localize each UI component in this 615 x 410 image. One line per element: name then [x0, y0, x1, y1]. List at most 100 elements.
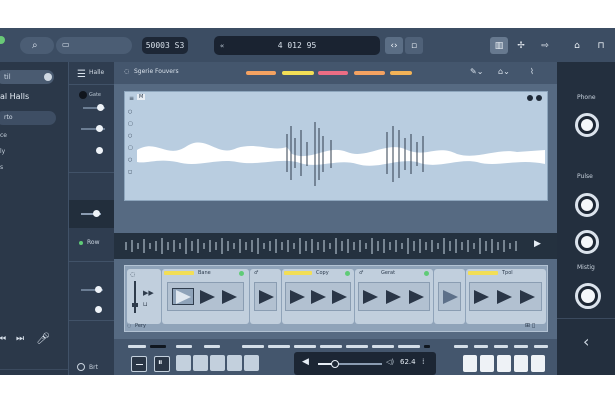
- code-button[interactable]: ‹›: [385, 37, 403, 54]
- sequencer-card[interactable]: Tpol: [466, 269, 546, 324]
- timeline-segment[interactable]: [372, 345, 394, 348]
- menu-icon[interactable]: ☰: [77, 69, 86, 80]
- timeline-segment[interactable]: [398, 345, 420, 348]
- timeline-segment[interactable]: [242, 345, 264, 348]
- step-icon[interactable]: [200, 290, 215, 304]
- pad-button[interactable]: [176, 355, 191, 371]
- sequencer-card[interactable]: Copy: [282, 269, 354, 324]
- slider-knob[interactable]: [95, 306, 102, 313]
- chevron-left-icon[interactable]: ‹: [583, 332, 589, 351]
- speaker-icon[interactable]: ◀: [302, 357, 309, 367]
- knob-control[interactable]: [575, 113, 599, 137]
- home-icon[interactable]: ⌂⌄: [498, 67, 510, 76]
- slider-knob[interactable]: [96, 147, 103, 154]
- sidebar-item[interactable]: ly: [0, 148, 5, 155]
- pad-button[interactable]: [514, 355, 528, 372]
- timeline-segment[interactable]: [150, 345, 166, 348]
- microphone-icon[interactable]: 🎤︎: [36, 332, 50, 345]
- pad-button[interactable]: [193, 355, 208, 371]
- marker-chip[interactable]: [354, 71, 385, 75]
- slider-knob[interactable]: [95, 286, 102, 293]
- pad-button[interactable]: [497, 355, 511, 372]
- play-icon[interactable]: ▶: [534, 239, 541, 249]
- knob-control[interactable]: [575, 283, 601, 309]
- grid-icon[interactable]: ⊞ ▯: [525, 322, 535, 329]
- sequencer-card[interactable]: ◌ ▶▶ ⊔: [127, 269, 161, 324]
- timeline-segment[interactable]: [346, 345, 368, 348]
- sidebar-item[interactable]: ce: [0, 132, 7, 139]
- marker-chip[interactable]: [246, 71, 276, 75]
- overview-strip[interactable]: ▶: [114, 233, 557, 259]
- timeline-segment[interactable]: [534, 345, 548, 348]
- step-icon[interactable]: [259, 290, 274, 304]
- search-button[interactable]: ⌕: [20, 37, 54, 54]
- export-button[interactable]: ⇨: [534, 37, 556, 54]
- pin-icon[interactable]: ⌇: [530, 67, 534, 76]
- timeline-segment[interactable]: [294, 345, 316, 348]
- slider-knob[interactable]: [93, 210, 100, 217]
- skip-back-icon[interactable]: ⏮: [0, 334, 6, 344]
- more-icon[interactable]: ⁞: [422, 357, 425, 366]
- pad-button[interactable]: [227, 355, 242, 371]
- pad-button[interactable]: [531, 355, 545, 372]
- timeline-segment[interactable]: [204, 345, 220, 348]
- marker-chip[interactable]: [318, 71, 348, 75]
- pattern-tile[interactable]: [285, 282, 351, 311]
- step-icon[interactable]: [520, 290, 535, 304]
- marker-chip[interactable]: [390, 71, 412, 75]
- clear-icon[interactable]: [44, 73, 52, 81]
- volume-knob[interactable]: [331, 360, 339, 368]
- timeline-segment[interactable]: [424, 345, 430, 348]
- step-icon[interactable]: [443, 290, 458, 304]
- timeline-segment[interactable]: [268, 345, 290, 348]
- pause-button[interactable]: ⏸: [154, 356, 170, 372]
- pattern-tile[interactable]: [167, 282, 244, 311]
- fullscreen-button[interactable]: ▫: [405, 37, 423, 54]
- home-button[interactable]: ⌂: [568, 37, 586, 54]
- step-icon[interactable]: [290, 290, 305, 304]
- pen-icon[interactable]: ✎⌄: [470, 67, 483, 76]
- step-icon[interactable]: [409, 290, 424, 304]
- marker-chip[interactable]: [282, 71, 314, 75]
- pattern-tile[interactable]: [254, 282, 277, 311]
- pattern-tile[interactable]: [438, 282, 461, 311]
- sidebar-item[interactable]: s: [0, 164, 3, 171]
- timeline-segment[interactable]: [514, 345, 528, 348]
- step-icon[interactable]: [332, 290, 347, 304]
- channel-row-selected[interactable]: [69, 200, 115, 228]
- timeline-segment[interactable]: [128, 345, 146, 348]
- share-button[interactable]: ⊓: [592, 37, 610, 54]
- wave-menu-icon[interactable]: ≡: [129, 95, 134, 102]
- sidebar-item-selected[interactable]: rto: [0, 111, 56, 125]
- step-icon[interactable]: [222, 290, 237, 304]
- step-icon[interactable]: [474, 290, 489, 304]
- pattern-tile[interactable]: [358, 282, 430, 311]
- skip-forward-icon[interactable]: ⏭: [16, 334, 24, 344]
- fader-track[interactable]: [134, 281, 136, 313]
- pad-button[interactable]: [463, 355, 477, 372]
- fader-knob[interactable]: [132, 303, 138, 307]
- stop-button[interactable]: [131, 356, 147, 372]
- waveform-view[interactable]: ≡ M ○ ▢ ○ ▢ ○ ◻: [124, 91, 548, 201]
- sequencer-card[interactable]: Bane: [162, 269, 249, 324]
- step-icon[interactable]: [386, 290, 401, 304]
- record-icon[interactable]: [79, 91, 87, 99]
- step-icon[interactable]: [497, 290, 512, 304]
- timeline-segment[interactable]: [474, 345, 488, 348]
- timeline-segment[interactable]: [320, 345, 342, 348]
- knob-control[interactable]: [575, 230, 599, 254]
- chart-button[interactable]: ▥: [490, 37, 508, 54]
- slider-knob[interactable]: [96, 125, 103, 132]
- timeline-segment[interactable]: [494, 345, 508, 348]
- rewind-icon[interactable]: «: [220, 42, 224, 50]
- file-field[interactable]: ▭: [56, 37, 132, 54]
- pattern-tile[interactable]: [469, 282, 542, 311]
- timeline-segment[interactable]: [454, 345, 468, 348]
- sequencer-card[interactable]: ♂ Gerat: [355, 269, 433, 324]
- fast-forward-icon[interactable]: ▶▶: [143, 289, 154, 297]
- knob-control[interactable]: [575, 193, 599, 217]
- step-icon[interactable]: [311, 290, 326, 304]
- sequencer-card[interactable]: ♂: [250, 269, 281, 324]
- pad-button[interactable]: [480, 355, 494, 372]
- slider-knob[interactable]: [97, 104, 104, 111]
